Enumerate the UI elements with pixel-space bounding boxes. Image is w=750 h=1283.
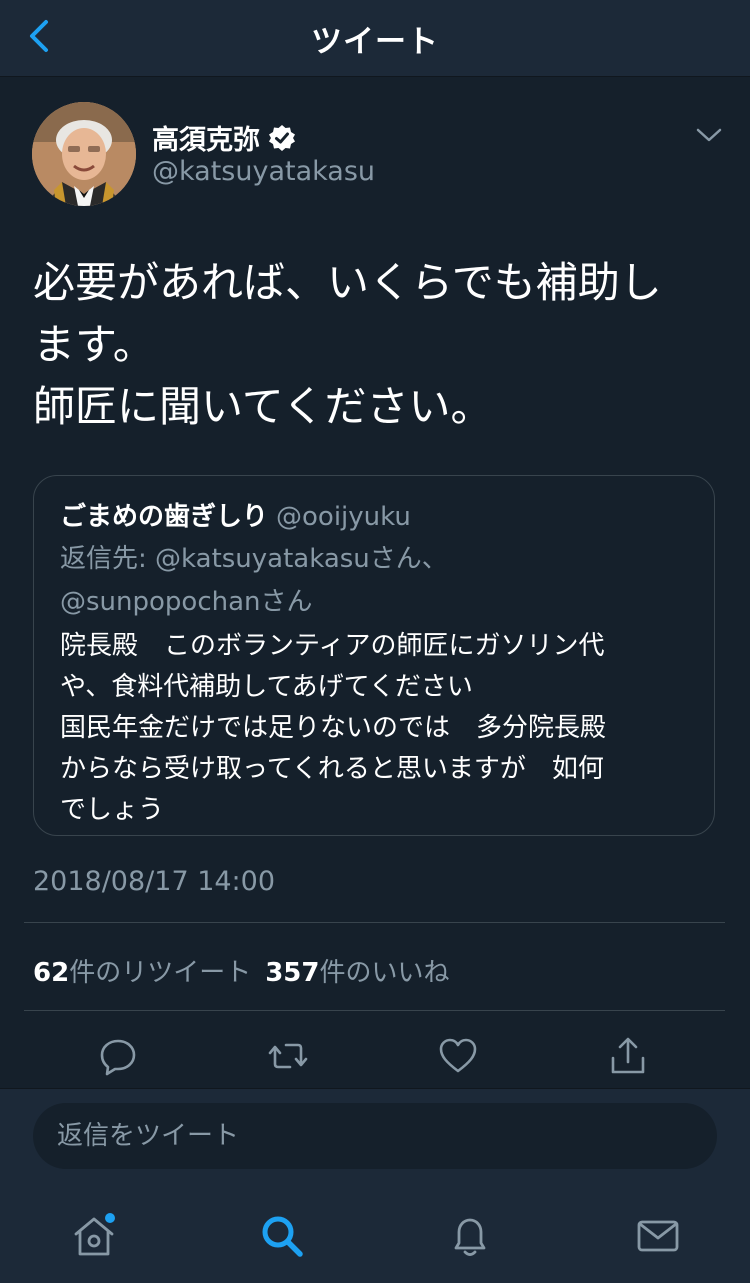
divider bbox=[24, 922, 725, 923]
mention-link[interactable]: @katsuyatakasuさん、 bbox=[155, 544, 448, 574]
bell-icon[interactable] bbox=[446, 1212, 494, 1260]
quoted-author: ごまめの歯ぎしり @ooijyuku bbox=[60, 496, 411, 533]
like-label: 件のいいね bbox=[319, 958, 450, 988]
page-title: ツイート bbox=[311, 24, 439, 60]
retweet-label: 件のリツイート bbox=[69, 958, 252, 988]
retweet-icon[interactable] bbox=[268, 1036, 308, 1076]
heart-icon[interactable] bbox=[438, 1036, 478, 1076]
mention-link[interactable]: @sunpopochanさん bbox=[60, 587, 313, 617]
chevron-down-icon[interactable] bbox=[694, 126, 724, 146]
author-display-name[interactable]: 高須克弥 bbox=[152, 118, 260, 157]
tweet-text: 必要があれば、いくらでも補助し ます。 師匠に聞いてください。 bbox=[33, 258, 662, 431]
retweet-count: 62 bbox=[33, 958, 70, 988]
tweet-timestamp: 2018/08/17 14:00 bbox=[33, 866, 276, 897]
engagement-stats: 62件のリツイート 357件のいいね bbox=[33, 952, 450, 989]
quoted-handle: @ooijyuku bbox=[276, 502, 411, 532]
top-bar: ツイート bbox=[0, 0, 750, 77]
reply-input[interactable]: 返信をツイート bbox=[33, 1103, 717, 1169]
bottom-tab-bar bbox=[0, 1190, 750, 1283]
share-icon[interactable] bbox=[608, 1036, 648, 1076]
verified-badge-icon bbox=[269, 124, 295, 151]
home-icon[interactable] bbox=[70, 1212, 118, 1260]
avatar[interactable] bbox=[32, 102, 136, 206]
divider bbox=[24, 1010, 725, 1011]
quoted-tweet[interactable]: ごまめの歯ぎしり @ooijyuku 返信先: @katsuyatakasuさん、… bbox=[33, 475, 715, 836]
author-name-row: 高須克弥 bbox=[152, 118, 296, 157]
search-icon[interactable] bbox=[258, 1212, 306, 1260]
envelope-icon[interactable] bbox=[634, 1212, 682, 1260]
retweet-count-link[interactable]: 62件のリツイート bbox=[33, 958, 251, 988]
reply-bar: 返信をツイート bbox=[0, 1088, 750, 1191]
like-count: 357 bbox=[265, 958, 320, 988]
quoted-text: 院長殿 このボランティアの師匠にガソリン代 や、食料代補助してあげてください 国… bbox=[60, 631, 607, 825]
replying-to-label: 返信先: bbox=[60, 544, 156, 574]
quoted-display-name: ごまめの歯ぎしり bbox=[60, 502, 269, 532]
author-handle[interactable]: @katsuyatakasu bbox=[152, 156, 375, 187]
avatar-photo bbox=[32, 102, 136, 206]
like-count-link[interactable]: 357件のいいね bbox=[265, 958, 449, 988]
replying-to: 返信先: @katsuyatakasuさん、 @sunpopochanさん bbox=[60, 538, 690, 624]
reply-icon[interactable] bbox=[98, 1036, 138, 1076]
